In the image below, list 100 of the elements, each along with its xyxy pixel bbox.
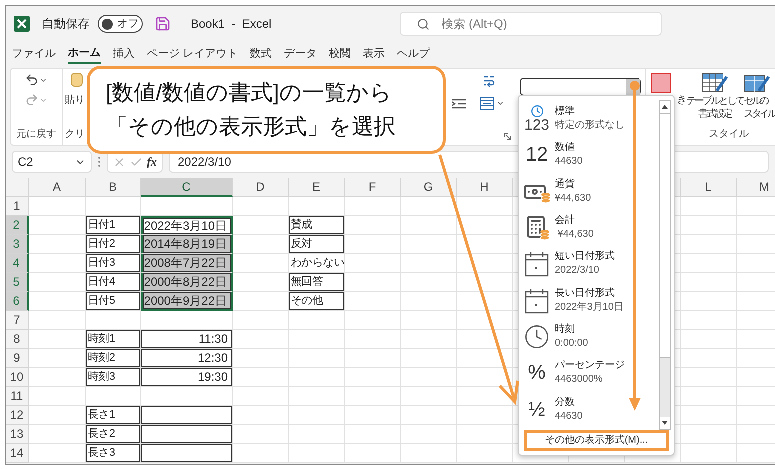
merge-cells-icon[interactable] [480,97,494,110]
table-cell [681,406,737,425]
menu-tab[interactable]: 数式 [250,44,272,64]
row-header[interactable]: 2 [6,216,29,235]
menu-tab[interactable]: ページ レイアウト [147,44,238,64]
indent-icon[interactable] [452,98,466,110]
menu-tab[interactable]: ヘルプ [397,44,430,64]
row-header[interactable]: 12 [6,406,29,425]
table-cell [681,197,737,216]
style-button[interactable]: セルの スタイル [744,73,775,121]
table-cell: 2014年8月19日 [141,235,233,254]
table-cell [289,368,345,387]
column-header[interactable]: E [289,178,345,197]
autosave-toggle[interactable]: オフ [98,15,143,33]
column-header[interactable]: C [141,178,233,197]
table-cell [289,425,345,444]
table-cell [233,425,289,444]
autosave-label: 自動保存 [42,16,90,33]
row-header[interactable]: 10 [6,368,29,387]
table-cell: 2000年8月22日 [141,273,233,292]
column-header[interactable]: M [737,178,775,197]
table-cell [289,387,345,406]
format-glyph: 123 [524,118,550,134]
corner-cell[interactable] [6,178,29,197]
row-header[interactable]: 5 [6,273,29,292]
table-cell [29,254,86,273]
table-cell [345,254,401,273]
row-header[interactable]: 9 [6,349,29,368]
table-cell [233,387,289,406]
clipboard-icon [71,73,83,87]
caret-icon[interactable] [496,99,505,108]
table-cell [233,368,289,387]
format-option[interactable]: 長い日付形式 2022年3月10日 [519,282,659,319]
format-option[interactable]: 通貨 ¥44,630 [519,174,659,210]
drag-handle-icon[interactable] [98,156,101,168]
table-cell [289,349,345,368]
row-header[interactable]: 1 [6,197,29,216]
format-option[interactable]: 123 標準 特定の形式なし [519,101,659,138]
scroll-up-button[interactable] [660,101,670,113]
scroll-down-button[interactable] [660,417,670,429]
menu-tab[interactable]: 挿入 [113,44,135,64]
format-option[interactable]: 短い日付形式 2022/3/10 [519,246,659,282]
table-cell [29,349,86,368]
row-header[interactable]: 11 [6,387,29,406]
insert-function-button[interactable]: fx [147,153,157,171]
check-icon[interactable] [130,156,143,168]
row-header[interactable]: 7 [6,311,29,330]
column-header[interactable]: D [233,178,289,197]
format-option[interactable]: 時刻 0:00:00 [519,318,659,356]
table-cell [289,330,345,349]
table-cell [681,330,737,349]
menu-tab[interactable]: データ [284,44,318,64]
menu-tab[interactable]: ファイル [12,44,56,64]
row-header[interactable]: 6 [6,292,29,311]
column-header[interactable]: G [401,178,457,197]
row-header[interactable]: 13 [6,425,29,444]
table-cell [29,273,86,292]
menu-tab[interactable]: ホーム [68,44,101,64]
table-cell [233,273,289,292]
column-header[interactable]: A [29,178,86,197]
row-header[interactable]: 14 [6,444,29,463]
table-cell: 反対 [289,235,345,254]
row-header[interactable]: 8 [6,330,29,349]
dialog-launcher-icon[interactable] [504,133,512,141]
search-bar[interactable]: 検索 (Alt+Q) [400,12,662,36]
table-cell [345,273,401,292]
menu-tab[interactable]: 表示 [363,44,386,64]
name-box[interactable]: C2 [12,151,92,173]
save-icon[interactable] [155,16,171,32]
scrollbar[interactable] [659,100,671,430]
table-cell [345,349,401,368]
triangle-down-icon [662,421,668,425]
row-header[interactable]: 3 [6,235,29,254]
number-format-dropdown[interactable] [520,78,641,96]
menu-tab[interactable]: 校閲 [329,44,352,64]
column-header[interactable]: F [345,178,401,197]
table-cell: 日付4 [86,273,141,292]
table-cell: 日付2 [86,235,141,254]
table-cell [345,197,401,216]
row-header[interactable]: 4 [6,254,29,273]
calendar-icon [525,251,549,278]
column-header[interactable]: B [86,178,141,197]
column-header[interactable]: L [681,178,737,197]
column-header[interactable]: H [457,178,513,197]
ribbon-button-label[interactable]: き [677,93,687,108]
format-option[interactable]: 会計 ¥44,630 [519,210,659,246]
scrollbar-thumb[interactable] [660,113,670,358]
table-cell [401,311,457,330]
table-cell [401,330,457,349]
wrap-text-icon[interactable] [482,75,496,89]
more-formats-button[interactable]: その他の表示形式(M)... [524,430,669,451]
undo-icon[interactable] [25,73,39,87]
search-field[interactable]: 検索 (Alt+Q) [442,15,622,33]
style-button[interactable]: テーブルとして 書式設定 [687,73,743,121]
paste-button[interactable]: 貼り [65,93,85,108]
table-cell [401,368,457,387]
table-cell [681,273,737,292]
table-cell [29,387,86,406]
table-cell [233,197,289,216]
group-label: 元に戻す [16,128,56,142]
